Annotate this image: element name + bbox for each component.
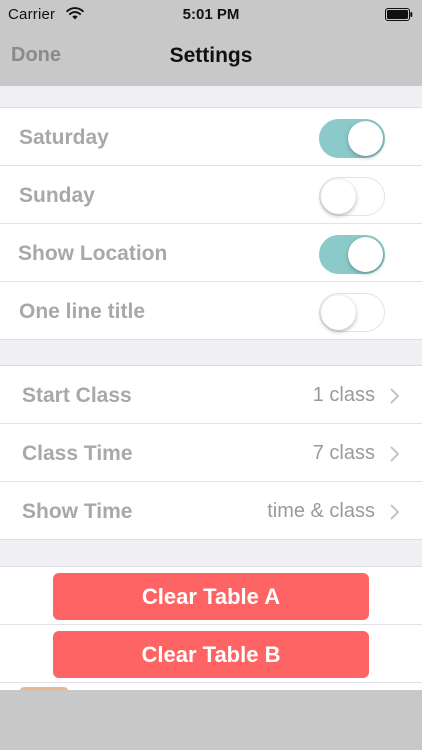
option-row-show-time[interactable]: Show Time time & class	[0, 482, 422, 539]
action-row: Clear Table B	[0, 625, 422, 683]
toggle-row-sunday: Sunday	[0, 166, 422, 224]
toggle-label: One line title	[19, 300, 146, 323]
bottom-bar	[0, 690, 422, 750]
toggle-label: Sunday	[19, 184, 95, 207]
sunday-switch[interactable]	[319, 177, 385, 216]
navigation-bar: Done Settings	[0, 30, 422, 86]
status-bar: Carrier 5:01 PM	[0, 0, 422, 30]
battery-icon	[385, 8, 413, 21]
saturday-switch[interactable]	[319, 119, 385, 158]
toggle-row-saturday: Saturday	[0, 108, 422, 166]
show-location-switch[interactable]	[319, 235, 385, 274]
options-section: Start Class 1 class Class Time 7 class S…	[0, 365, 422, 540]
option-label: Start Class	[22, 384, 132, 407]
toggle-label: Show Location	[18, 242, 168, 265]
clear-table-b-button[interactable]: Clear Table B	[53, 631, 369, 678]
toggle-row-show-location: Show Location	[0, 224, 422, 282]
option-value: 7 class	[312, 442, 375, 464]
option-value: time & class	[267, 500, 375, 522]
option-label: Class Time	[22, 442, 133, 465]
toggle-row-one-line-title: One line title	[0, 282, 422, 339]
toggle-label: Saturday	[19, 126, 109, 149]
chevron-right-icon	[390, 388, 399, 404]
option-label: Show Time	[22, 500, 133, 523]
one-line-title-switch[interactable]	[319, 293, 385, 332]
switch-knob	[320, 294, 356, 330]
action-row: Clear Table A	[0, 567, 422, 625]
toggle-section: Saturday Sunday Show Location One line t…	[0, 107, 422, 340]
option-value: 1 class	[312, 384, 375, 406]
switch-knob	[348, 236, 383, 272]
page-title: Settings	[169, 44, 253, 67]
option-row-start-class[interactable]: Start Class 1 class	[0, 366, 422, 424]
actions-section: Clear Table A Clear Table B	[0, 566, 422, 692]
chevron-right-icon	[390, 504, 399, 520]
status-time: 5:01 PM	[182, 6, 240, 23]
clear-table-a-button[interactable]: Clear Table A	[53, 573, 369, 620]
top-bar: Carrier 5:01 PM Done Settings	[0, 0, 422, 86]
switch-knob	[320, 178, 356, 214]
chevron-right-icon	[390, 446, 399, 462]
option-row-class-time[interactable]: Class Time 7 class	[0, 424, 422, 482]
switch-knob	[348, 120, 383, 156]
